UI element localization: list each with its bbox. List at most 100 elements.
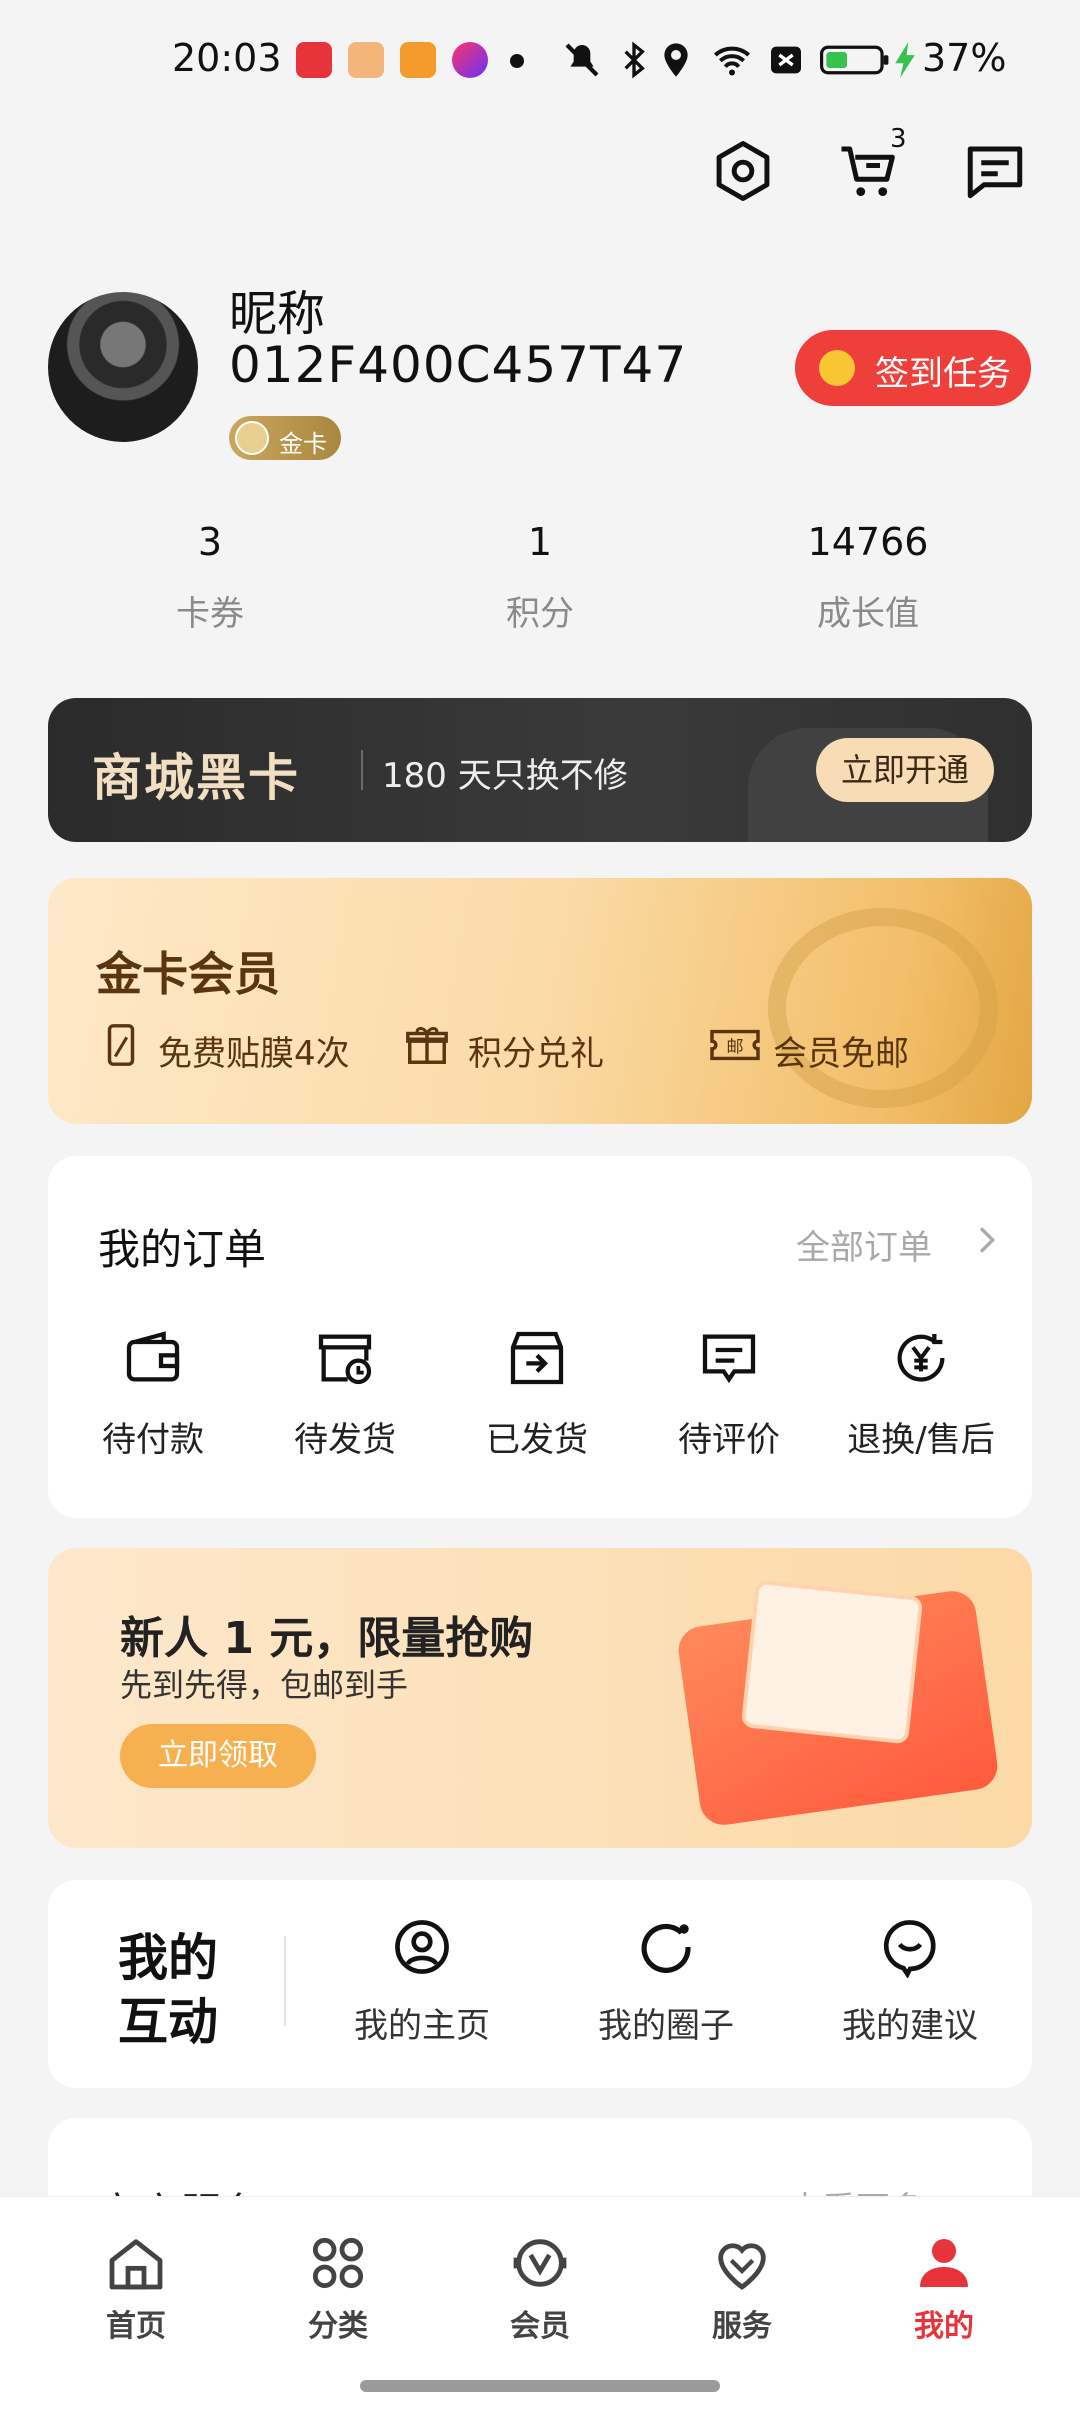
- comment-icon: [702, 1334, 756, 1384]
- order-label: 退换/售后: [847, 1420, 995, 1460]
- heart-icon: [718, 2243, 766, 2290]
- status-bar: 20:03 37%: [0, 0, 1080, 120]
- nav-label: 服务: [712, 2309, 772, 2344]
- gold-member-title: 金卡会员: [96, 947, 280, 1001]
- order-refund-aftersales[interactable]: 退换/售后: [826, 1326, 1016, 1461]
- category-icon: [312, 2237, 364, 2289]
- avatar[interactable]: [48, 292, 198, 442]
- gold-member-card[interactable]: 金卡会员 免费贴膜4次 积分兑礼 邮 会员免邮: [48, 878, 1032, 1124]
- phone-film-icon: [107, 1024, 135, 1066]
- svg-text:邮: 邮: [726, 1038, 743, 1058]
- divider: [361, 750, 363, 790]
- nav-mine[interactable]: 我的: [864, 2231, 1024, 2345]
- black-card-banner[interactable]: 商城黑卡 180 天只换不修 立即开通: [48, 698, 1032, 842]
- box-arrow-icon: [510, 1331, 564, 1385]
- stat-label: 积分: [506, 594, 574, 634]
- battery-icon: [820, 45, 889, 75]
- stat-value: 1: [527, 520, 553, 564]
- my-circle-item[interactable]: 我的圈子: [566, 1916, 766, 2047]
- vip-icon: [235, 421, 269, 455]
- home-icon: [109, 2239, 163, 2290]
- nav-service[interactable]: 服务: [662, 2231, 822, 2345]
- my-suggestion-item[interactable]: 我的建议: [810, 1916, 1010, 2047]
- home-indicator[interactable]: [360, 2380, 720, 2392]
- battery-percent: 37%: [922, 36, 1007, 80]
- order-label: 待评价: [678, 1420, 780, 1460]
- stat-label: 卡券: [176, 594, 244, 634]
- nav-category[interactable]: 分类: [258, 2231, 418, 2345]
- video-app-icon: [400, 42, 436, 78]
- claim-now-button[interactable]: 立即领取: [120, 1724, 316, 1788]
- nav-label: 会员: [510, 2309, 570, 2344]
- sim-off-icon: [771, 46, 801, 74]
- all-orders-link[interactable]: 全部订单: [796, 1220, 932, 1269]
- interaction-label: 我的圈子: [598, 2006, 734, 2046]
- order-pending-payment[interactable]: 待付款: [58, 1326, 248, 1461]
- divider: [284, 1936, 286, 2026]
- location-icon: [664, 43, 688, 77]
- wifi-icon: [714, 46, 750, 76]
- settings-icon[interactable]: [710, 138, 776, 204]
- message-icon[interactable]: [962, 138, 1028, 204]
- open-black-card-button[interactable]: 立即开通: [816, 738, 994, 802]
- my-orders-card: 我的订单 全部订单 待付款 待发货 已发货 待评价 退换/售后: [48, 1156, 1032, 1518]
- my-interactions-card: 我的互动 我的主页 我的圈子 我的建议: [48, 1880, 1032, 2088]
- box-clock-icon: [318, 1334, 372, 1385]
- signin-label: 签到任务: [875, 354, 1011, 394]
- feature-gift-label: 积分兑礼: [468, 1034, 604, 1074]
- suggestion-icon: [883, 1920, 936, 1978]
- order-pending-shipment[interactable]: 待发货: [250, 1326, 440, 1461]
- member-icon: [513, 2239, 567, 2287]
- chevron-right-icon[interactable]: [966, 1220, 1006, 1260]
- wallet-icon: [126, 1331, 180, 1382]
- music-app-icon: [296, 42, 332, 78]
- my-homepage-item[interactable]: 我的主页: [322, 1916, 522, 2047]
- mascot-app-icon: [348, 42, 384, 78]
- nav-member[interactable]: 会员: [460, 2231, 620, 2345]
- interactions-title: 我的互动: [118, 1929, 218, 2051]
- order-pending-review[interactable]: 待评价: [634, 1326, 824, 1461]
- feature-film-label: 免费贴膜4次: [158, 1034, 350, 1074]
- stat-points[interactable]: 1 积分: [420, 520, 660, 635]
- stat-label: 成长值: [817, 594, 919, 634]
- gift-icon: [406, 1026, 448, 1064]
- order-shipped[interactable]: 已发货: [442, 1326, 632, 1461]
- stat-value: 3: [197, 520, 223, 564]
- order-label: 待发货: [294, 1420, 396, 1460]
- user-icon: [920, 2239, 968, 2287]
- user-id: 012F400C457T47: [229, 336, 688, 394]
- signin-task-button[interactable]: 签到任务: [795, 330, 1031, 406]
- promo-subtitle: 先到先得，包邮到手: [120, 1666, 409, 1704]
- order-label: 已发货: [486, 1420, 588, 1460]
- nickname[interactable]: 昵称: [229, 274, 325, 344]
- product-illustration: [740, 1579, 924, 1745]
- mute-icon: [565, 43, 599, 77]
- circle-icon: [641, 1923, 691, 1973]
- nav-label: 分类: [308, 2309, 368, 2344]
- gold-emblem-icon: [768, 908, 998, 1108]
- status-time: 20:03: [172, 36, 282, 80]
- interaction-label: 我的主页: [354, 2006, 490, 2046]
- mail-ticket-icon: 邮: [710, 1029, 760, 1061]
- orders-title: 我的订单: [98, 1225, 267, 1274]
- interaction-label: 我的建议: [842, 2006, 978, 2046]
- newcomer-promo-banner[interactable]: 新人 1 元，限量抢购 先到先得，包邮到手 立即领取: [48, 1548, 1032, 1848]
- dot-icon: [510, 54, 524, 68]
- stat-growth[interactable]: 14766 成长值: [748, 520, 988, 635]
- nav-label: 我的: [914, 2309, 974, 2344]
- nav-home[interactable]: 首页: [56, 2231, 216, 2345]
- tier-badge[interactable]: 金卡: [229, 416, 341, 460]
- order-label: 待付款: [102, 1420, 204, 1460]
- social-app-icon: [452, 42, 488, 78]
- tier-label: 金卡: [279, 430, 327, 458]
- promo-title: 新人 1 元，限量抢购: [120, 1613, 534, 1664]
- bluetooth-icon: [624, 41, 645, 79]
- cart-count-badge: 3: [890, 124, 907, 154]
- stat-coupons[interactable]: 3 卡券: [90, 520, 330, 635]
- feature-shipping-label: 会员免邮: [773, 1034, 909, 1074]
- charging-icon: [895, 42, 915, 78]
- refund-icon: [897, 1334, 945, 1382]
- nav-label: 首页: [106, 2309, 166, 2344]
- black-card-subtitle: 180 天只换不修: [382, 756, 628, 796]
- user-circle-icon: [395, 1920, 449, 1974]
